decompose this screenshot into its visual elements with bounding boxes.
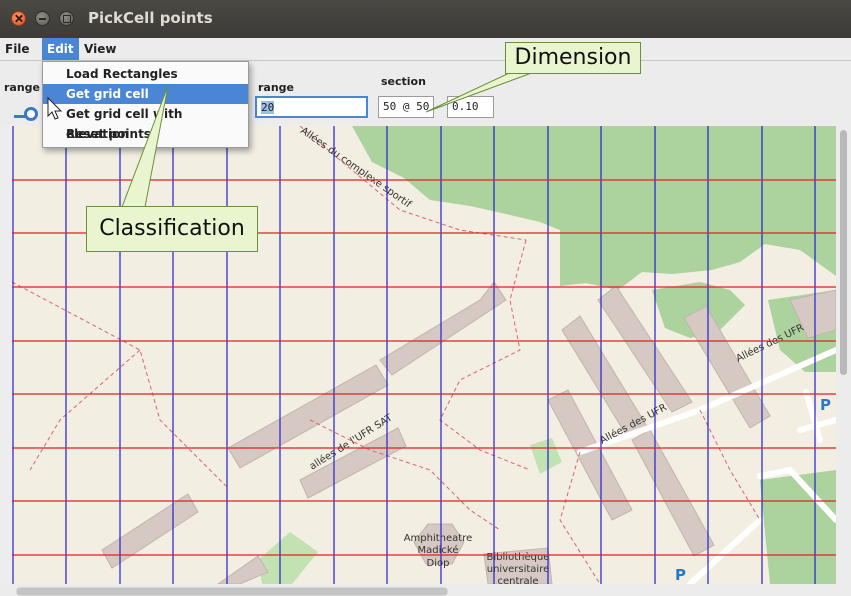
classification-callout: Classification bbox=[86, 206, 258, 252]
mouse-cursor-icon bbox=[47, 96, 63, 120]
callout-pointers bbox=[47, 67, 546, 208]
classification-pointer bbox=[121, 85, 169, 208]
dimension-callout: Dimension bbox=[505, 42, 641, 74]
dimension-pointer bbox=[425, 67, 546, 113]
